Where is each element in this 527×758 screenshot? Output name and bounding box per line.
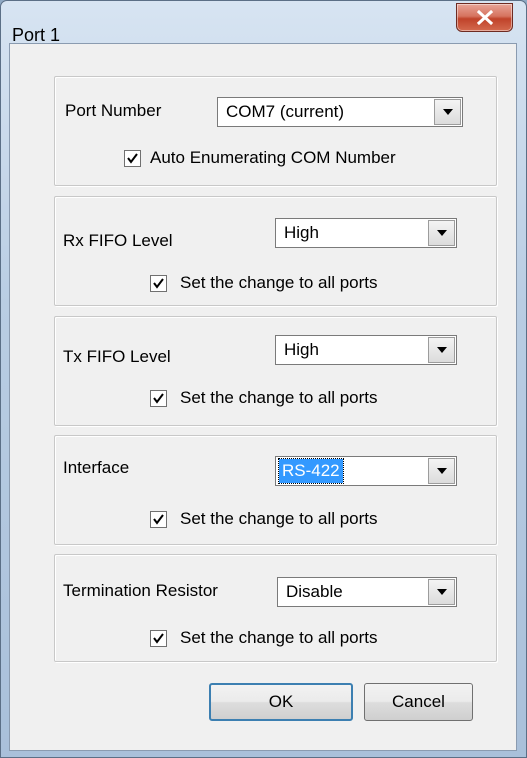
- interface-all-ports-label[interactable]: Set the change to all ports: [180, 509, 378, 529]
- port-number-select[interactable]: COM7 (current): [217, 97, 463, 127]
- checkmark-icon: [127, 153, 138, 164]
- chevron-down-icon: [437, 468, 447, 474]
- interface-value: RS-422: [278, 458, 344, 484]
- termination-resistor-dropdown-button[interactable]: [428, 579, 455, 605]
- chevron-down-icon: [437, 589, 447, 595]
- tx-fifo-group: Tx FIFO Level High Set the change to all…: [54, 316, 497, 426]
- rx-fifo-label: Rx FIFO Level: [63, 231, 173, 250]
- rx-all-ports-label[interactable]: Set the change to all ports: [180, 273, 378, 293]
- interface-all-ports-checkbox[interactable]: [150, 511, 167, 528]
- ok-button[interactable]: OK: [209, 683, 353, 721]
- termination-resistor-value: Disable: [286, 582, 343, 601]
- port-number-label: Port Number: [65, 101, 162, 120]
- port-number-dropdown-button[interactable]: [434, 99, 461, 125]
- rx-fifo-select[interactable]: High: [275, 218, 457, 248]
- interface-group: Interface RS-422 Set the change to all p…: [54, 435, 497, 545]
- tx-fifo-select[interactable]: High: [275, 335, 457, 365]
- rx-fifo-dropdown-button[interactable]: [428, 220, 455, 246]
- dialog-window: Port 1 Port Number COM7 (current) Auto E…: [0, 0, 527, 758]
- termination-resistor-label: Termination Resistor: [63, 581, 218, 600]
- close-icon: [477, 10, 493, 25]
- close-button[interactable]: [456, 3, 513, 32]
- interface-select[interactable]: RS-422: [275, 456, 457, 486]
- tx-all-ports-label[interactable]: Set the change to all ports: [180, 388, 378, 408]
- tx-fifo-dropdown-button[interactable]: [428, 337, 455, 363]
- chevron-down-icon: [437, 347, 447, 353]
- port-number-value: COM7 (current): [226, 102, 345, 121]
- rx-fifo-group: Rx FIFO Level High Set the change to all…: [54, 196, 497, 306]
- checkmark-icon: [153, 633, 164, 644]
- termination-resistor-group: Termination Resistor Disable Set the cha…: [54, 554, 497, 662]
- checkmark-icon: [153, 514, 164, 525]
- interface-dropdown-button[interactable]: [428, 458, 455, 484]
- rx-all-ports-checkbox[interactable]: [150, 275, 167, 292]
- termination-all-ports-checkbox[interactable]: [150, 630, 167, 647]
- cancel-button[interactable]: Cancel: [364, 683, 473, 721]
- termination-resistor-select[interactable]: Disable: [277, 577, 457, 607]
- tx-all-ports-checkbox[interactable]: [150, 390, 167, 407]
- auto-enumerate-label[interactable]: Auto Enumerating COM Number: [150, 148, 396, 168]
- termination-all-ports-label[interactable]: Set the change to all ports: [180, 628, 378, 648]
- tx-fifo-label: Tx FIFO Level: [63, 347, 171, 366]
- chevron-down-icon: [443, 109, 453, 115]
- checkmark-icon: [153, 393, 164, 404]
- tx-fifo-value: High: [284, 340, 319, 359]
- chevron-down-icon: [437, 230, 447, 236]
- checkmark-icon: [153, 278, 164, 289]
- auto-enumerate-checkbox[interactable]: [124, 150, 141, 167]
- rx-fifo-value: High: [284, 223, 319, 242]
- port-number-group: Port Number COM7 (current) Auto Enumerat…: [54, 76, 497, 186]
- interface-label: Interface: [63, 458, 130, 477]
- title-bar[interactable]: Port 1: [1, 1, 526, 45]
